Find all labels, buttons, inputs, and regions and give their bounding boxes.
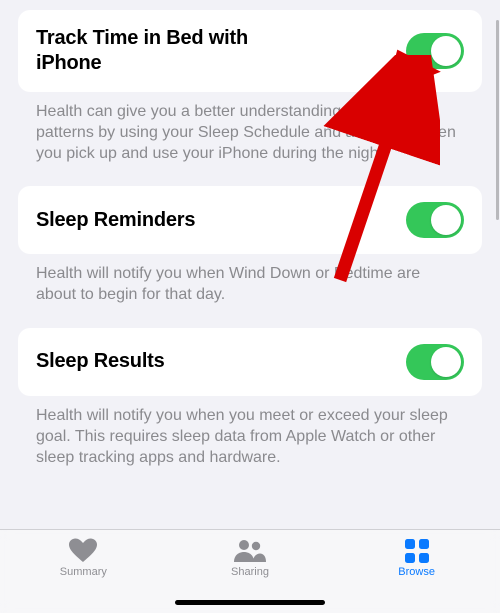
setting-description: Health can give you a better understandi… [18, 92, 482, 164]
tab-bar: Summary Sharing Browse [0, 529, 500, 613]
scroll-indicator[interactable] [496, 20, 499, 220]
tab-summary[interactable]: Summary [1, 538, 166, 578]
toggle-track-time[interactable] [406, 33, 464, 69]
toggle-thumb [431, 36, 461, 66]
toggle-thumb [431, 205, 461, 235]
setting-row-track-time: Track Time in Bed with iPhone [18, 10, 482, 92]
setting-title: Sleep Results [36, 349, 165, 374]
grid-icon [404, 538, 430, 564]
tab-browse[interactable]: Browse [334, 538, 499, 578]
tab-label: Summary [60, 566, 107, 578]
setting-title: Sleep Reminders [36, 208, 195, 233]
setting-description: Health will notify you when Wind Down or… [18, 254, 482, 306]
toggle-thumb [431, 347, 461, 377]
tab-sharing[interactable]: Sharing [167, 538, 332, 578]
toggle-sleep-results[interactable] [406, 344, 464, 380]
toggle-sleep-reminders[interactable] [406, 202, 464, 238]
setting-title: Track Time in Bed with iPhone [36, 26, 296, 76]
setting-description: Health will notify you when you meet or … [18, 396, 482, 468]
tab-label: Sharing [231, 566, 269, 578]
setting-row-sleep-results: Sleep Results [18, 328, 482, 396]
heart-icon [68, 538, 98, 564]
people-icon [233, 538, 267, 564]
tab-label: Browse [398, 566, 435, 578]
settings-list: Track Time in Bed with iPhone Health can… [0, 10, 500, 468]
setting-row-sleep-reminders: Sleep Reminders [18, 186, 482, 254]
